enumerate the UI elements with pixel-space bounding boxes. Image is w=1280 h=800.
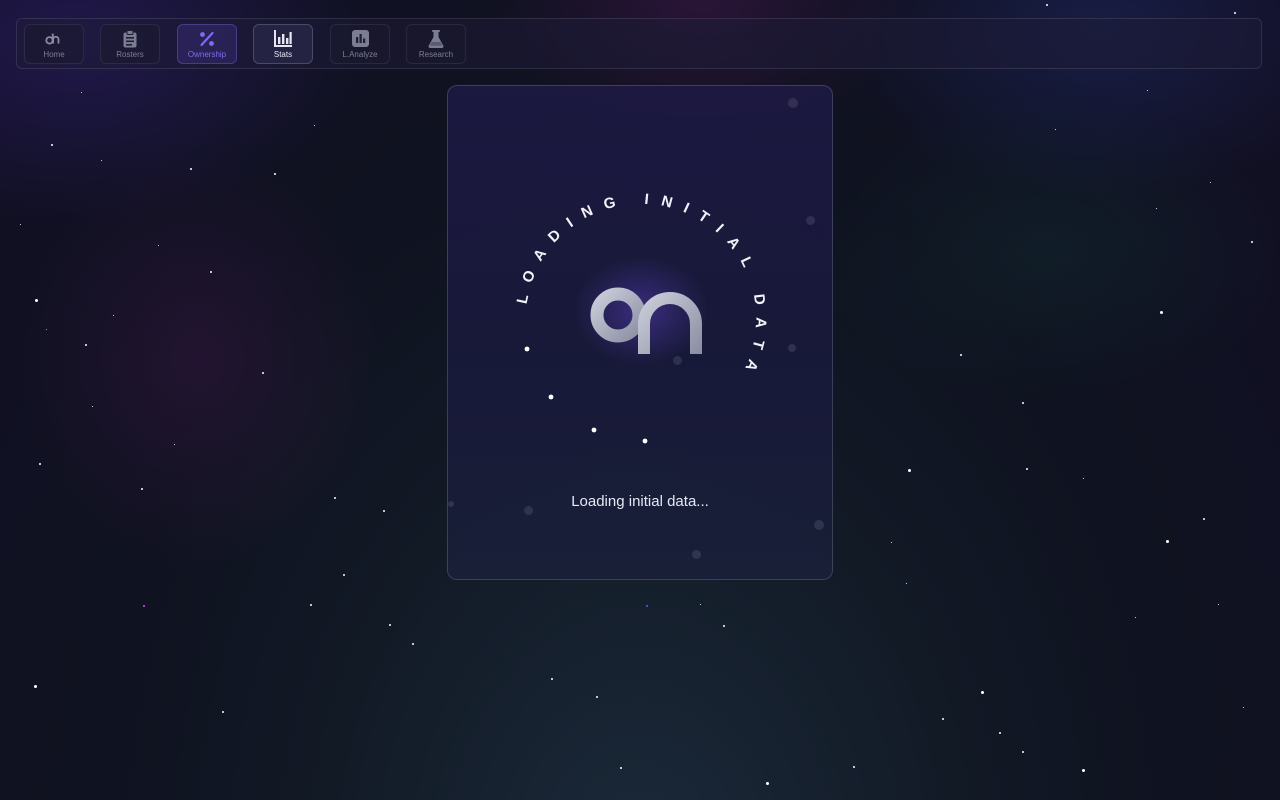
ring-dot — [548, 394, 554, 400]
bokeh-dot — [692, 550, 701, 559]
star — [81, 92, 82, 93]
nav-rosters-label: Rosters — [116, 49, 144, 59]
star — [551, 678, 553, 680]
ring-dot — [642, 438, 648, 444]
star — [210, 271, 212, 273]
nav-ownership[interactable]: Ownership — [177, 24, 237, 64]
star — [908, 469, 911, 472]
star — [1243, 707, 1244, 708]
star — [190, 168, 192, 170]
star — [222, 711, 224, 713]
ring-dot — [591, 427, 597, 433]
star — [389, 624, 391, 626]
star — [39, 463, 41, 465]
star — [143, 605, 145, 607]
star — [1156, 208, 1157, 209]
star — [999, 732, 1001, 734]
star — [101, 160, 102, 161]
clipboard-icon — [121, 29, 139, 48]
star — [314, 125, 315, 126]
star — [141, 488, 143, 490]
star — [1147, 90, 1148, 91]
nav-research-label: Research — [418, 49, 454, 59]
dh-logo — [590, 261, 702, 357]
percent-icon — [198, 30, 216, 48]
dh-logo-icon — [45, 30, 63, 48]
star — [412, 643, 414, 645]
top-navigation: Home Rosters Ownership Stats L.Analyze R… — [16, 18, 1262, 69]
loading-card: LOADING INITIAL DATA Loading initial dat… — [447, 85, 833, 580]
star — [700, 604, 701, 605]
star — [343, 574, 345, 576]
star — [1022, 402, 1024, 404]
star — [960, 354, 962, 356]
star — [1046, 4, 1048, 6]
star — [85, 344, 87, 346]
star — [1166, 540, 1169, 543]
star — [891, 542, 892, 543]
star — [46, 329, 47, 330]
nav-research[interactable]: Research — [406, 24, 466, 64]
star — [1218, 604, 1219, 605]
star — [174, 444, 175, 445]
bokeh-dot — [806, 216, 815, 225]
star — [92, 406, 93, 407]
star — [1026, 468, 1028, 470]
star — [1055, 129, 1056, 130]
loading-spinner: LOADING INITIAL DATA — [514, 191, 757, 444]
star — [383, 510, 385, 512]
star — [981, 691, 984, 694]
star — [1082, 769, 1085, 772]
star — [766, 782, 769, 785]
star — [1083, 478, 1084, 479]
star — [274, 173, 276, 175]
nav-home-label: Home — [43, 49, 65, 59]
star — [310, 604, 312, 606]
star — [1210, 182, 1211, 183]
star — [942, 718, 944, 720]
loading-status-text: Loading initial data... — [571, 493, 709, 510]
star — [1234, 12, 1236, 14]
star — [596, 696, 598, 698]
star — [1022, 751, 1024, 753]
star — [1160, 311, 1163, 314]
star — [113, 315, 114, 316]
star — [51, 144, 53, 146]
bokeh-dot — [814, 520, 824, 530]
star — [34, 685, 37, 688]
nav-l-analyze[interactable]: L.Analyze — [330, 24, 390, 64]
star — [646, 605, 648, 607]
nav-rosters[interactable]: Rosters — [100, 24, 160, 64]
star — [620, 767, 622, 769]
ring-dot — [524, 346, 530, 352]
flask-icon — [427, 29, 445, 48]
bokeh-dot — [788, 98, 798, 108]
star — [262, 372, 264, 374]
star — [158, 245, 159, 246]
star — [1251, 241, 1253, 243]
star — [723, 625, 725, 627]
star — [1203, 518, 1205, 520]
star — [334, 497, 336, 499]
nav-home[interactable]: Home — [24, 24, 84, 64]
nav-stats[interactable]: Stats — [253, 24, 313, 64]
star — [853, 766, 855, 768]
bokeh-dot — [788, 344, 796, 352]
bar-chart-icon — [274, 30, 292, 48]
star — [20, 224, 21, 225]
star — [906, 583, 907, 584]
chart-box-icon — [351, 30, 369, 48]
nav-l-analyze-label: L.Analyze — [342, 49, 378, 59]
nav-ownership-label: Ownership — [187, 49, 227, 59]
star — [35, 299, 38, 302]
nav-stats-label: Stats — [273, 49, 293, 59]
star — [1135, 617, 1136, 618]
